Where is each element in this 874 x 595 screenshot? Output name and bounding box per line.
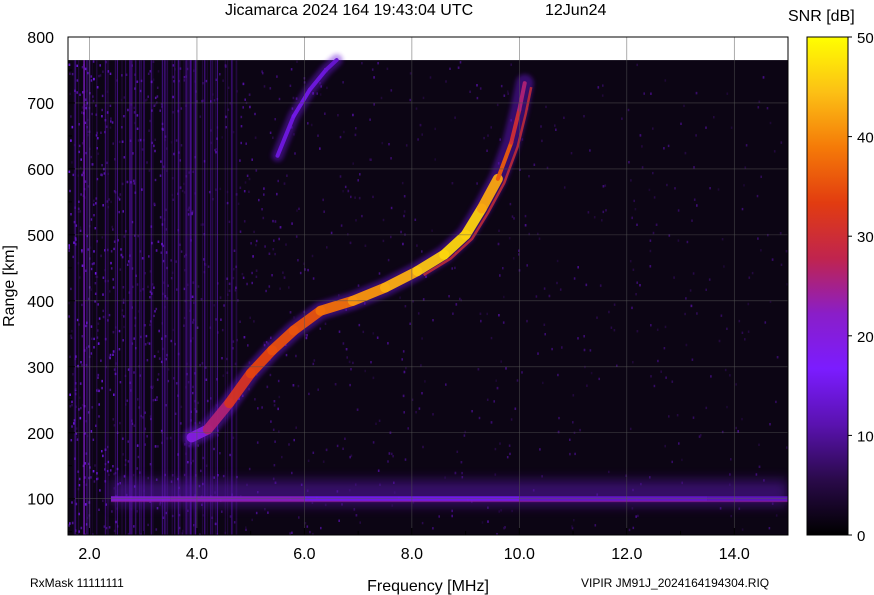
colorbar-tick-label: 50: [857, 30, 874, 47]
colorbar-label: SNR [dB]: [788, 8, 855, 25]
x-tick-label: 12.0: [611, 546, 642, 563]
colorbar-tick-label: 0: [857, 528, 865, 545]
x-tick-label: 14.0: [719, 546, 750, 563]
y-tick-label: 200: [27, 426, 54, 443]
chart-title: Jicamarca 2024 164 19:43:04 UTC: [225, 2, 473, 19]
y-tick-label: 600: [27, 162, 54, 179]
x-tick-label: 4.0: [186, 546, 208, 563]
plot-background: [68, 60, 788, 535]
chart-date: 12Jun24: [545, 2, 606, 19]
x-axis-label: Frequency [MHz]: [367, 578, 489, 595]
file-info-label: VIPIR JM91J_2024164194304.RIQ: [581, 576, 770, 590]
x-tick-label: 6.0: [293, 546, 315, 563]
rxmask-label: RxMask 11111111: [30, 576, 124, 590]
trace-e-layer-echo: [110, 480, 788, 506]
y-tick-label: 500: [27, 228, 54, 245]
colorbar-tick-label: 40: [857, 130, 874, 147]
colorbar-tick-label: 30: [857, 229, 874, 246]
x-tick-label: 8.0: [401, 546, 423, 563]
colorbar: [806, 36, 849, 536]
y-tick-label: 800: [27, 30, 54, 47]
x-tick-label: 10.0: [504, 546, 535, 563]
y-tick-label: 100: [27, 492, 54, 509]
colorbar-tick-label: 10: [857, 428, 874, 445]
y-tick-label: 400: [27, 294, 54, 311]
y-tick-label: 700: [27, 96, 54, 113]
colorbar-tick-label: 20: [857, 329, 874, 346]
y-tick-label: 300: [27, 360, 54, 377]
y-axis-label: Range [km]: [1, 245, 18, 327]
ionogram-chart: Jicamarca 2024 164 19:43:04 UTC 12Jun24 …: [1, 2, 874, 595]
x-tick-label: 2.0: [78, 546, 100, 563]
colorbar-ticks: 0 10 20 30 40 50: [848, 30, 874, 545]
